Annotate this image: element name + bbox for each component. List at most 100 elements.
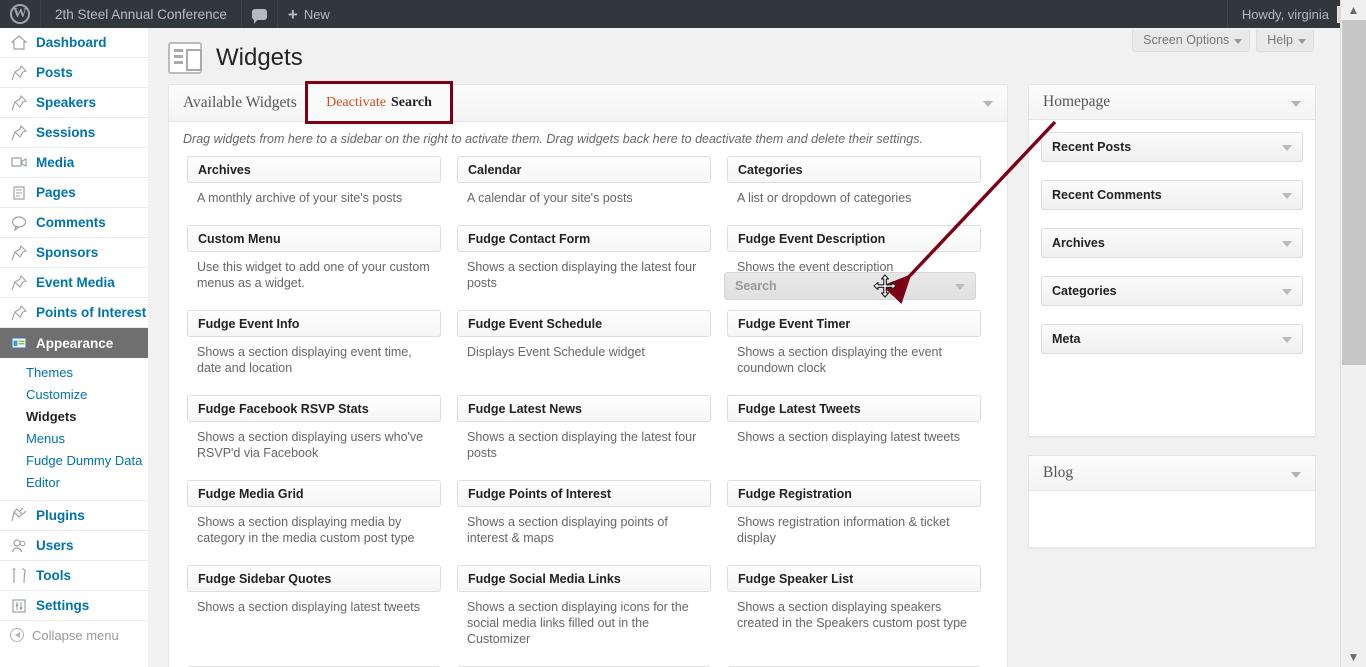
media-camera-icon: [10, 154, 28, 172]
widget-title[interactable]: Fudge Latest News: [457, 395, 711, 422]
submenu-item-customize[interactable]: Customize: [26, 384, 148, 406]
widget-title[interactable]: Fudge Event Info: [187, 310, 441, 337]
widget-card[interactable]: Categories A list or dropdown of categor…: [719, 156, 989, 225]
sidebar-widget[interactable]: Recent Comments: [1041, 180, 1303, 210]
sidebar-item-sponsors[interactable]: Sponsors: [0, 238, 148, 268]
collapse-menu-button[interactable]: Collapse menu: [0, 621, 148, 649]
widget-title[interactable]: Fudge Speaker List: [727, 565, 981, 592]
chevron-down-icon[interactable]: [1282, 145, 1292, 151]
widget-title[interactable]: Fudge Latest Tweets: [727, 395, 981, 422]
comment-bubble-icon: [10, 214, 28, 232]
widget-title[interactable]: Fudge Points of Interest: [457, 480, 711, 507]
chevron-down-icon: [955, 284, 965, 290]
submenu-item-widgets[interactable]: Widgets: [26, 406, 148, 428]
widget-card[interactable]: Fudge Points of Interest Shows a section…: [449, 480, 719, 565]
wordpress-logo-button[interactable]: W: [0, 0, 41, 28]
widget-title[interactable]: Custom Menu: [187, 225, 441, 252]
widget-card[interactable]: Fudge Latest News Shows a section displa…: [449, 395, 719, 480]
widget-title[interactable]: Categories: [727, 156, 981, 183]
widget-title[interactable]: Fudge Facebook RSVP Stats: [187, 395, 441, 422]
sidebar-item-users[interactable]: Users: [0, 531, 148, 561]
deactivate-search-highlight[interactable]: Deactivate Search: [305, 81, 453, 124]
help-button[interactable]: Help: [1256, 30, 1314, 52]
widget-card[interactable]: Fudge Sidebar Quotes Shows a section dis…: [179, 565, 449, 666]
widget-title[interactable]: Fudge Registration: [727, 480, 981, 507]
widget-card[interactable]: Fudge Event Info Shows a section display…: [179, 310, 449, 395]
collapse-menu-label: Collapse menu: [32, 627, 119, 643]
window-scrollbar[interactable]: ▲ ▼: [1340, 0, 1366, 667]
sidebar-item-label: Pages: [36, 185, 76, 200]
sidebar-item-media[interactable]: Media: [0, 148, 148, 178]
sidebar-item-sessions[interactable]: Sessions: [0, 118, 148, 148]
submenu-item-themes[interactable]: Themes: [26, 362, 148, 384]
chevron-down-icon[interactable]: [1282, 337, 1292, 343]
widget-card[interactable]: Fudge Event Timer Shows a section displa…: [719, 310, 989, 395]
sidebar-item-tools[interactable]: Tools: [0, 561, 148, 591]
sidebar-item-posts[interactable]: Posts: [0, 58, 148, 88]
widget-card[interactable]: Fudge Facebook RSVP Stats Shows a sectio…: [179, 395, 449, 480]
sidebar-item-speakers[interactable]: Speakers: [0, 88, 148, 118]
widget-title[interactable]: Fudge Sidebar Quotes: [187, 565, 441, 592]
widget-description: Shows a section displaying latest tweets: [737, 430, 961, 444]
scroll-up-button[interactable]: ▲: [1341, 0, 1366, 20]
widget-title[interactable]: Fudge Social Media Links: [457, 565, 711, 592]
sidebar-item-pages[interactable]: Pages: [0, 178, 148, 208]
sidebar-panel-header[interactable]: Homepage: [1029, 85, 1315, 120]
sidebar-widget[interactable]: Categories: [1041, 276, 1303, 306]
sidebar-widget[interactable]: Meta: [1041, 324, 1303, 354]
sidebar-item-comments[interactable]: Comments: [0, 208, 148, 238]
widget-card[interactable]: Fudge Media Grid Shows a section display…: [179, 480, 449, 565]
sidebar-item-settings[interactable]: Settings: [0, 591, 148, 621]
chevron-down-icon[interactable]: [1291, 472, 1301, 478]
widget-title[interactable]: Fudge Event Timer: [727, 310, 981, 337]
scrollbar-thumb[interactable]: [1342, 20, 1366, 365]
sidebar-item-appearance[interactable]: Appearance: [0, 328, 156, 358]
available-widgets-tab[interactable]: Available Widgets: [169, 94, 311, 112]
screen-options-button[interactable]: Screen Options: [1132, 30, 1251, 52]
chevron-down-icon[interactable]: [1282, 241, 1292, 247]
widget-description: A calendar of your site's posts: [467, 191, 633, 205]
widget-card[interactable]: Fudge Event Schedule Displays Event Sche…: [449, 310, 719, 395]
widget-title[interactable]: Fudge Event Schedule: [457, 310, 711, 337]
chevron-down-icon[interactable]: [1282, 289, 1292, 295]
widget-card[interactable]: Archives A monthly archive of your site'…: [179, 156, 449, 225]
submenu-item-menus[interactable]: Menus: [26, 428, 148, 450]
sidebar-panel-body[interactable]: Recent Posts Recent Comments Archives Ca…: [1029, 120, 1315, 436]
sidebar-widget[interactable]: Archives: [1041, 228, 1303, 258]
site-name-button[interactable]: 2th Steel Annual Conference: [41, 0, 242, 28]
sidebar-widget[interactable]: Recent Posts: [1041, 132, 1303, 162]
widget-card[interactable]: Fudge Contact Form Shows a section displ…: [449, 225, 719, 310]
widget-description: Use this widget to add one of your custo…: [197, 260, 430, 290]
submenu-item-editor[interactable]: Editor: [26, 472, 148, 494]
dragging-widget-placeholder[interactable]: Search: [724, 272, 976, 300]
chevron-down-icon[interactable]: [983, 101, 993, 107]
submenu-item-fudge-dummy-data[interactable]: Fudge Dummy Data: [26, 450, 148, 472]
sidebar-item-points-of-interest[interactable]: Points of Interest: [0, 298, 148, 328]
widget-card[interactable]: Fudge Latest Tweets Shows a section disp…: [719, 395, 989, 480]
scroll-down-button[interactable]: ▼: [1341, 647, 1366, 667]
widget-title[interactable]: Fudge Event Description: [727, 225, 981, 252]
widget-card[interactable]: Custom Menu Use this widget to add one o…: [179, 225, 449, 310]
widget-card[interactable]: Fudge Registration Shows registration in…: [719, 480, 989, 565]
sidebar-item-plugins[interactable]: Plugins: [0, 501, 148, 531]
chevron-down-icon[interactable]: [1291, 101, 1301, 107]
new-content-button[interactable]: + New: [278, 0, 340, 28]
sidebar-item-dashboard[interactable]: Dashboard: [0, 28, 148, 58]
sidebar-panel-header[interactable]: Blog: [1029, 456, 1315, 491]
widget-card[interactable]: Fudge Social Media Links Shows a section…: [449, 565, 719, 666]
comments-button[interactable]: [242, 0, 278, 28]
sidebar-item-event-media[interactable]: Event Media: [0, 268, 148, 298]
widget-card[interactable]: Calendar A calendar of your site's posts: [449, 156, 719, 225]
sidebar-panel-body[interactable]: [1029, 491, 1315, 547]
widget-title[interactable]: Fudge Contact Form: [457, 225, 711, 252]
widget-title[interactable]: Calendar: [457, 156, 711, 183]
dragging-widget-title: Search: [735, 279, 777, 293]
widget-title[interactable]: Fudge Media Grid: [187, 480, 441, 507]
chevron-down-icon: [1234, 39, 1243, 44]
available-widgets-header: Available Widgets Deactivate Search: [169, 81, 1007, 124]
chevron-down-icon[interactable]: [1282, 193, 1292, 199]
widget-card[interactable]: Fudge Speaker List Shows a section displ…: [719, 565, 989, 666]
widget-title[interactable]: Archives: [187, 156, 441, 183]
widget-description: Shows a section displaying media by cate…: [197, 515, 415, 545]
sidebar-drop-area[interactable]: [1041, 372, 1303, 424]
